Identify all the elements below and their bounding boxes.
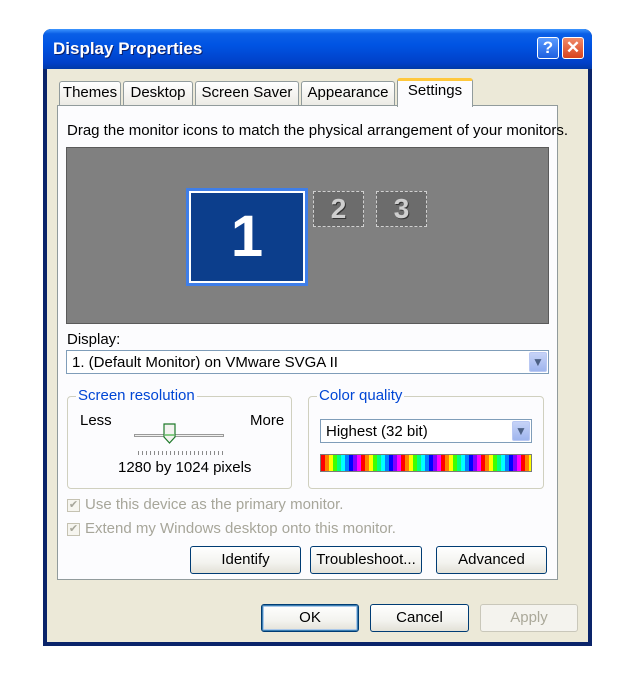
- resolution-slider-thumb[interactable]: [163, 423, 176, 444]
- color-quality-select[interactable]: Highest (32 bit) ▼: [320, 419, 532, 443]
- color-spectrum-bar: [320, 454, 532, 472]
- cancel-button[interactable]: Cancel: [370, 604, 469, 632]
- monitor-arrangement-area[interactable]: 1 2 3: [66, 147, 549, 324]
- color-quality-title: Color quality: [317, 387, 405, 404]
- ok-button[interactable]: OK: [261, 604, 359, 632]
- primary-monitor-label: Use this device as the primary monitor.: [85, 496, 344, 513]
- tab-desktop[interactable]: Desktop: [123, 81, 193, 105]
- resolution-less-label: Less: [80, 412, 112, 429]
- monitor-2-icon[interactable]: 2: [313, 191, 364, 227]
- identify-button[interactable]: Identify: [190, 546, 301, 574]
- extend-desktop-checkbox[interactable]: ✔: [67, 523, 80, 536]
- color-quality-value: Highest (32 bit): [326, 423, 428, 440]
- extend-desktop-label: Extend my Windows desktop onto this moni…: [85, 520, 396, 537]
- screen-resolution-title: Screen resolution: [76, 387, 197, 404]
- apply-button[interactable]: Apply: [480, 604, 578, 632]
- resolution-slider-track[interactable]: [134, 434, 224, 437]
- advanced-button[interactable]: Advanced: [436, 546, 547, 574]
- monitor-2-number: 2: [330, 193, 347, 224]
- help-button[interactable]: ?: [537, 37, 559, 59]
- close-icon: ✕: [565, 38, 581, 57]
- tab-screen-saver[interactable]: Screen Saver: [195, 81, 299, 105]
- display-select-value: 1. (Default Monitor) on VMware SVGA II: [72, 354, 338, 371]
- color-quality-group: Color quality Highest (32 bit) ▼: [308, 387, 544, 489]
- title-bar[interactable]: Display Properties ? ✕: [43, 29, 592, 69]
- instructions-text: Drag the monitor icons to match the phys…: [67, 122, 569, 139]
- dialog-client-area: Themes Desktop Screen Saver Appearance S…: [47, 69, 588, 642]
- troubleshoot-button[interactable]: Troubleshoot...: [310, 546, 422, 574]
- monitor-3-number: 3: [393, 193, 410, 224]
- tab-settings[interactable]: Settings: [397, 78, 473, 107]
- display-select[interactable]: 1. (Default Monitor) on VMware SVGA II ▼: [66, 350, 549, 374]
- window-title: Display Properties: [53, 39, 203, 58]
- display-label: Display:: [67, 331, 121, 348]
- screen-resolution-group: Screen resolution Less More 1280 by 1024…: [67, 387, 292, 489]
- settings-panel: Drag the monitor icons to match the phys…: [57, 105, 568, 580]
- monitor-3-icon[interactable]: 3: [376, 191, 427, 227]
- help-icon: ?: [542, 38, 554, 57]
- tab-appearance[interactable]: Appearance: [301, 81, 395, 105]
- tab-themes[interactable]: Themes: [59, 81, 121, 105]
- resolution-value-text: 1280 by 1024 pixels: [118, 459, 252, 476]
- close-button[interactable]: ✕: [562, 37, 584, 59]
- primary-monitor-checkbox[interactable]: ✔: [67, 499, 80, 512]
- monitor-1-number: 1: [230, 204, 264, 269]
- resolution-more-label: More: [250, 412, 285, 429]
- resolution-slider-ticks: [138, 451, 224, 455]
- chevron-down-icon[interactable]: ▼: [512, 421, 530, 441]
- monitor-1-icon[interactable]: 1: [186, 188, 308, 286]
- display-properties-window: Display Properties ? ✕ Themes Desktop Sc…: [43, 29, 592, 646]
- chevron-down-icon[interactable]: ▼: [529, 352, 547, 372]
